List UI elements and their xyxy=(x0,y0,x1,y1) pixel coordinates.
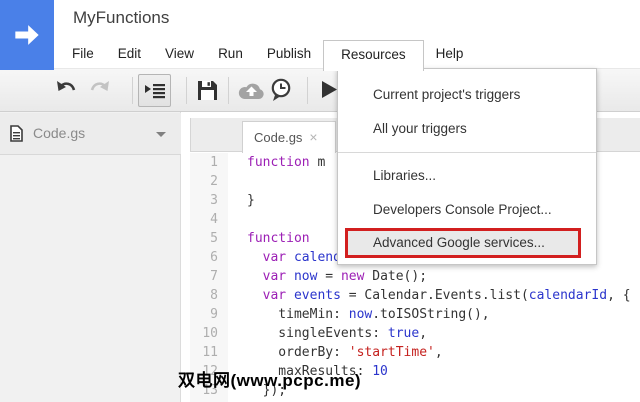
file-menu-caret-icon[interactable] xyxy=(156,132,166,137)
right-arrow-icon xyxy=(15,25,39,45)
menu-item-advanced-google-services[interactable]: Advanced Google services... xyxy=(338,227,596,259)
header: MyFunctions File Edit View Run Publish Resour… xyxy=(0,0,640,71)
cloud-upload-icon xyxy=(238,83,264,100)
code-text: timeMin: now.toISOString(), xyxy=(247,307,490,322)
resources-menu: Current project's triggers All your trigg… xyxy=(337,68,597,265)
menubar: File Edit View Run Publish Resources Help xyxy=(60,40,476,71)
tab-close-icon[interactable]: × xyxy=(309,129,317,145)
indent-icon xyxy=(145,84,165,99)
line-number: 1 xyxy=(210,155,218,170)
menu-item-label: Developers Console Project... xyxy=(373,202,552,217)
line-number: 8 xyxy=(210,288,218,303)
toolbar-separator xyxy=(307,77,308,104)
menu-item-label: Current project's triggers xyxy=(373,87,521,102)
save-icon xyxy=(198,81,217,100)
apps-script-editor-window: MyFunctions File Edit View Run Publish Resour… xyxy=(0,0,640,402)
watermark-text: 双电网(www.pcpc.me) xyxy=(178,371,362,390)
line-number: 2 xyxy=(210,174,218,189)
file-name-label: Code.gs xyxy=(33,125,86,141)
menubar-item-edit[interactable]: Edit xyxy=(106,40,153,68)
toolbar-separator xyxy=(186,77,187,104)
menu-item-libraries[interactable]: Libraries... xyxy=(338,159,596,193)
menubar-item-resources[interactable]: Resources xyxy=(323,40,424,71)
tab-label: Code.gs xyxy=(254,130,303,145)
menu-item-label: All your triggers xyxy=(373,121,467,136)
redo-button[interactable] xyxy=(88,79,111,102)
code-text: singleEvents: true, xyxy=(247,326,428,341)
indent-toggle-button[interactable] xyxy=(138,74,171,107)
redo-icon xyxy=(90,81,109,91)
triggers-button[interactable] xyxy=(269,78,294,109)
code-text: function xyxy=(247,231,310,246)
menu-item-label: Libraries... xyxy=(373,168,437,183)
play-icon xyxy=(322,81,337,98)
menubar-item-view[interactable]: View xyxy=(153,40,206,68)
line-number: 6 xyxy=(210,250,218,265)
tab-code-gs[interactable]: Code.gs × xyxy=(242,121,336,153)
code-line: 10 singleEvents: true, xyxy=(190,324,640,343)
toolbar-separator xyxy=(132,77,133,104)
menubar-item-publish[interactable]: Publish xyxy=(255,40,323,68)
sidebar-splitter[interactable] xyxy=(182,112,190,402)
menubar-item-file[interactable]: File xyxy=(60,40,106,68)
menu-item-all-your-triggers[interactable]: All your triggers xyxy=(338,112,596,146)
undo-icon xyxy=(57,81,76,91)
line-number: 11 xyxy=(202,345,218,360)
undo-button[interactable] xyxy=(55,79,78,102)
code-text: var events = Calendar.Events.list(calend… xyxy=(262,288,631,303)
menubar-item-help[interactable]: Help xyxy=(424,40,476,68)
sidebar-file-code-gs[interactable]: Code.gs xyxy=(0,113,181,155)
code-line: 9 timeMin: now.toISOString(), xyxy=(190,305,640,324)
run-button[interactable] xyxy=(321,80,338,104)
line-number: 5 xyxy=(210,231,218,246)
project-title: MyFunctions xyxy=(73,8,170,27)
menu-item-current-project-s-triggers[interactable]: Current project's triggers xyxy=(338,78,596,112)
line-number: 9 xyxy=(210,307,218,322)
code-text: orderBy: 'startTime', xyxy=(247,345,443,360)
code-text: var now = new Date(); xyxy=(262,269,428,284)
code-text: } xyxy=(247,193,255,208)
code-line: 8 var events = Calendar.Events.list(cale… xyxy=(190,286,640,305)
code-text: function m xyxy=(247,155,326,170)
menubar-item-run[interactable]: Run xyxy=(206,40,255,68)
menu-divider xyxy=(338,152,596,153)
line-number: 4 xyxy=(210,212,218,227)
files-sidebar: Code.gs xyxy=(0,112,181,402)
file-doc-icon xyxy=(10,125,23,147)
clock-bubble-icon xyxy=(271,78,291,101)
line-number: 3 xyxy=(210,193,218,208)
code-line: 11 orderBy: 'startTime', xyxy=(190,343,640,362)
apps-script-logo xyxy=(0,0,54,70)
deploy-button[interactable] xyxy=(238,81,265,105)
line-number: 10 xyxy=(202,326,218,341)
line-number: 7 xyxy=(210,269,218,284)
menu-item-developers-console-project[interactable]: Developers Console Project... xyxy=(338,193,596,227)
menu-item-label: Advanced Google services... xyxy=(373,235,545,250)
code-line: 7 var now = new Date(); xyxy=(190,267,640,286)
toolbar-separator xyxy=(228,77,229,104)
save-button[interactable] xyxy=(197,80,218,106)
